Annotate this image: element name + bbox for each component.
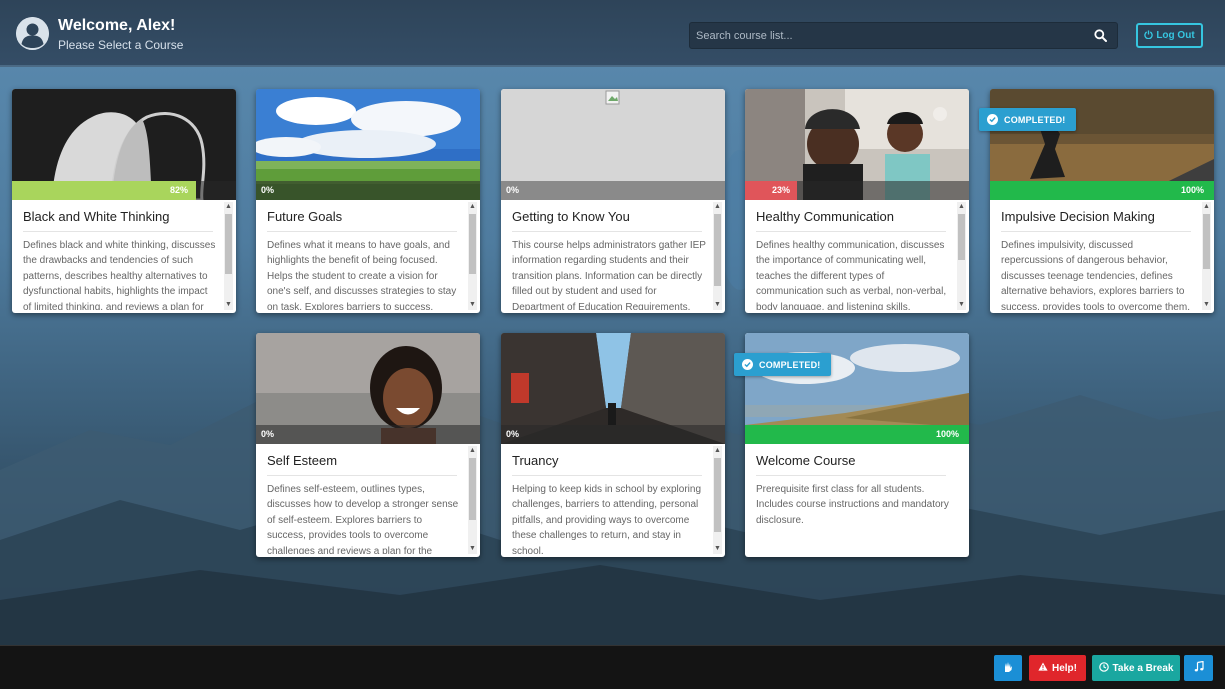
course-title: Healthy Communication: [756, 209, 895, 224]
description-scrollbar[interactable]: ▲ ▼: [468, 202, 477, 310]
progress-bar: 0%: [501, 181, 725, 200]
divider: [1001, 231, 1191, 232]
help-label: Help!: [1052, 662, 1077, 674]
description-scrollbar[interactable]: ▲ ▼: [224, 202, 233, 310]
check-circle-icon: [987, 114, 998, 125]
completed-label: COMPLETED!: [759, 359, 821, 370]
header-bar: Welcome, Alex! Please Select a Course Lo…: [0, 0, 1225, 67]
description-scrollbar[interactable]: ▲ ▼: [957, 202, 966, 310]
progress-bar: 100%: [745, 425, 969, 444]
description-scrollbar[interactable]: ▲ ▼: [1202, 202, 1211, 310]
search-input[interactable]: [696, 26, 1086, 46]
progress-label: 0%: [261, 185, 275, 195]
completed-label: COMPLETED!: [1004, 114, 1066, 125]
progress-bar: 0%: [501, 425, 725, 444]
divider: [512, 475, 702, 476]
progress-bar: 82%: [12, 181, 236, 200]
progress-label: 100%: [936, 429, 960, 439]
course-card[interactable]: 23% Healthy Communication Defines health…: [745, 89, 969, 313]
course-description: Helping to keep kids in school by explor…: [512, 484, 701, 554]
progress-bar: 100%: [990, 181, 1214, 200]
divider: [756, 231, 946, 232]
take-a-break-label: Take a Break: [1112, 662, 1174, 674]
description-scrollbar[interactable]: ▲ ▼: [713, 446, 722, 554]
divider: [512, 231, 702, 232]
progress-label: 0%: [506, 429, 520, 439]
course-title: Impulsive Decision Making: [1001, 209, 1155, 224]
course-title: Welcome Course: [756, 453, 856, 468]
progress-label: 100%: [1181, 185, 1205, 195]
course-title: Future Goals: [267, 209, 343, 224]
progress-label: 0%: [506, 185, 520, 195]
course-description: Defines self-esteem, outlines types, dis…: [267, 484, 459, 554]
help-button[interactable]: Help!: [1029, 655, 1086, 681]
user-icon: [16, 17, 49, 50]
progress-fill: [12, 181, 196, 200]
search-box: [689, 22, 1118, 49]
take-a-break-button[interactable]: Take a Break: [1092, 655, 1180, 681]
warning-icon: [1038, 662, 1048, 674]
progress-bar: 0%: [256, 181, 480, 200]
divider: [23, 231, 213, 232]
clock-icon: [1098, 661, 1109, 675]
footer-bar: Help! Take a Break: [0, 645, 1225, 689]
logout-button[interactable]: Log Out: [1136, 23, 1203, 48]
progress-bar: 0%: [256, 425, 480, 444]
music-icon: [1194, 660, 1204, 675]
welcome-subtitle: Please Select a Course: [58, 38, 184, 52]
course-card[interactable]: 0% Future Goals Defines what it means to…: [256, 89, 480, 313]
progress-label: 0%: [261, 429, 275, 439]
course-title: Getting to Know You: [512, 209, 630, 224]
course-card[interactable]: 0% Truancy Helping to keep kids in schoo…: [501, 333, 725, 557]
course-card[interactable]: 0% Self Esteem Defines self-esteem, outl…: [256, 333, 480, 557]
progress-label: 82%: [170, 185, 189, 195]
course-title: Truancy: [512, 453, 559, 468]
check-circle-icon: [742, 359, 753, 370]
course-card[interactable]: 82% Black and White Thinking Defines bla…: [12, 89, 236, 313]
power-icon: [1144, 29, 1154, 42]
sign-language-icon: [1003, 661, 1013, 676]
course-description: Prerequisite first class for all student…: [756, 484, 949, 526]
course-description: Defines black and white thinking, discus…: [23, 240, 216, 310]
course-description: Defines healthy communication, discusses…: [756, 240, 947, 310]
sign-language-button[interactable]: [994, 655, 1022, 681]
search-icon[interactable]: [1094, 29, 1107, 42]
divider: [756, 475, 946, 476]
music-button[interactable]: [1184, 655, 1213, 681]
course-description: Defines what it means to have goals, and…: [267, 240, 457, 310]
course-card[interactable]: 0% Getting to Know You This course helps…: [501, 89, 725, 313]
divider: [267, 475, 457, 476]
description-scrollbar[interactable]: ▲ ▼: [468, 446, 477, 554]
completed-badge: COMPLETED!: [734, 353, 831, 376]
logout-label: Log Out: [1156, 30, 1195, 41]
course-title: Black and White Thinking: [23, 209, 170, 224]
course-description: This course helps administrators gather …: [512, 240, 706, 310]
progress-bar: 23%: [745, 181, 969, 200]
description-scrollbar[interactable]: ▲ ▼: [713, 202, 722, 310]
course-title: Self Esteem: [267, 453, 338, 468]
completed-badge: COMPLETED!: [979, 108, 1076, 131]
divider: [267, 231, 457, 232]
welcome-title: Welcome, Alex!: [58, 17, 176, 34]
progress-label: 23%: [772, 185, 791, 195]
course-description: Defines impulsivity, discussed repercuss…: [1001, 240, 1190, 310]
